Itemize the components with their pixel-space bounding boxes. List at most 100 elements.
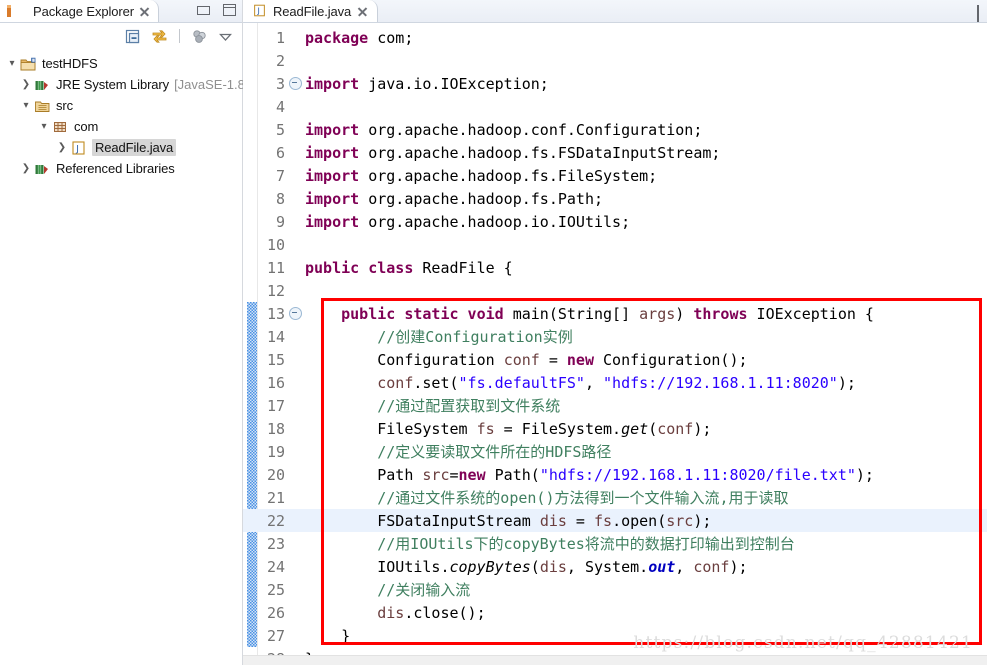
code-line[interactable]: 3 import java.io.IOException; (243, 72, 987, 95)
code-line[interactable]: 14 //创建Configuration实例 (243, 325, 987, 348)
code-token: fs (476, 419, 495, 438)
code-token: dis (539, 511, 567, 530)
line-number: 27 (266, 626, 285, 645)
code-line[interactable]: 19 //定义要读取文件所在的HDFS路径 (243, 440, 987, 463)
code-line[interactable]: 7 import org.apache.hadoop.fs.FileSystem; (243, 164, 987, 187)
code-line[interactable]: 23 //用IOUtils下的copyBytes将流中的数据打印输出到控制台 (243, 532, 987, 555)
code-viewport[interactable]: 1 package com; 2 3 import java.io.IOExceptio… (243, 23, 987, 665)
link-with-editor-icon[interactable] (151, 28, 168, 45)
code-line[interactable]: 4 (243, 95, 987, 118)
code-line[interactable]: 13 public static void main(String[] args… (243, 302, 987, 325)
code-token: FileSystem (305, 419, 477, 438)
collapse-fold-icon[interactable] (289, 307, 302, 320)
code-token: src (422, 465, 450, 484)
code-line[interactable]: 8 import org.apache.hadoop.fs.Path; (243, 187, 987, 210)
line-number: 5 (275, 120, 285, 139)
watermark-text: https://blog.csdn.net/qq_42881421 (633, 633, 973, 653)
minimize-icon[interactable] (197, 5, 210, 15)
code-line[interactable]: 24 IOUtils.copyBytes(dis, System.out, co… (243, 555, 987, 578)
code-token: import (305, 212, 360, 231)
code-text: FileSystem fs = FileSystem.get(conf); (303, 420, 987, 438)
java-file-icon: J (252, 3, 267, 19)
tree-item-testhdfs[interactable]: ▾ J testHDFS (0, 53, 242, 74)
code-line[interactable]: 25 //关闭输入流 (243, 578, 987, 601)
chevron-right-icon[interactable]: ❯ (18, 163, 34, 174)
tree-item-suffix: [JavaSE-1.8] (174, 77, 249, 92)
code-token: new (566, 350, 594, 369)
chevron-right-icon[interactable]: ❯ (54, 142, 70, 153)
code-line[interactable]: 2 (243, 49, 987, 72)
code-line[interactable]: 20 Path src=new Path("hdfs://192.168.1.1… (243, 463, 987, 486)
code-line[interactable]: 11 public class ReadFile { (243, 256, 987, 279)
line-number: 3 (275, 74, 285, 93)
line-number: 7 (275, 166, 285, 185)
folding-column[interactable] (288, 307, 303, 320)
code-token: = (539, 350, 567, 369)
editor-window-buttons (977, 5, 979, 22)
tree-item-src[interactable]: ▾ src (0, 95, 242, 116)
code-token: Path (305, 465, 423, 484)
close-icon[interactable] (357, 6, 368, 17)
chevron-down-icon[interactable]: ▾ (4, 58, 20, 69)
code-token: com; (368, 28, 414, 47)
code-line[interactable]: 16 conf.set("fs.defaultFS", "hdfs://192.… (243, 371, 987, 394)
collapse-fold-icon[interactable] (289, 77, 302, 90)
code-token: .open( (612, 511, 667, 530)
tree-item-referenced-libraries[interactable]: ❯ Referenced Libraries (0, 158, 242, 179)
chevron-down-icon[interactable]: ▾ (18, 100, 34, 111)
code-line[interactable]: 21 //通过文件系统的open()方法得到一个文件输入流,用于读取 (243, 486, 987, 509)
code-line[interactable]: 18 FileSystem fs = FileSystem.get(conf); (243, 417, 987, 440)
package-icon (52, 119, 69, 135)
code-token: copyBytes (449, 557, 531, 576)
line-number: 2 (275, 51, 285, 70)
library-icon (34, 77, 51, 93)
code-token: main(String[] (503, 304, 640, 323)
package-explorer-tab[interactable]: Package Explorer (0, 0, 160, 22)
chevron-down-icon[interactable]: ▾ (36, 121, 52, 132)
tree-item-readfile-java[interactable]: ❯ J ReadFile.java (0, 137, 242, 158)
package-explorer-tree[interactable]: ▾ J testHDFS ❯ JRE System Library [JavaS… (0, 49, 249, 179)
code-line[interactable]: 22 FSDataInputStream dis = fs.open(src); (243, 509, 987, 532)
code-text: //定义要读取文件所在的HDFS路径 (303, 441, 987, 462)
code-lines[interactable]: 1 package com; 2 3 import java.io.IOExceptio… (243, 23, 987, 665)
code-token: dis (377, 603, 405, 622)
line-number: 9 (275, 212, 285, 231)
close-icon[interactable] (139, 6, 150, 17)
code-line[interactable]: 26 dis.close(); (243, 601, 987, 624)
code-line[interactable]: 10 (243, 233, 987, 256)
tree-item-jre-system-library[interactable]: ❯ JRE System Library [JavaSE-1.8] (0, 74, 249, 95)
editor-tab-readfile-java[interactable]: J ReadFile.java (243, 0, 379, 22)
chevron-right-icon[interactable]: ❯ (18, 79, 34, 90)
code-line[interactable]: 12 (243, 279, 987, 302)
code-token: ); (855, 465, 874, 484)
code-text: public class ReadFile { (303, 259, 987, 277)
focus-on-active-task-icon[interactable] (191, 28, 208, 45)
code-line[interactable]: 5 import org.apache.hadoop.conf.Configura… (243, 118, 987, 141)
view-menu-icon[interactable] (217, 28, 234, 45)
code-token: org.apache.hadoop.fs.FSDataInputStream; (359, 143, 721, 162)
tree-item-com[interactable]: ▾ com (0, 116, 242, 137)
code-text: //通过文件系统的open()方法得到一个文件输入流,用于读取 (303, 487, 987, 508)
maximize-icon[interactable] (223, 4, 236, 16)
code-line[interactable]: 6 import org.apache.hadoop.fs.FSDataInput… (243, 141, 987, 164)
package-explorer-window-buttons (197, 4, 236, 16)
code-line[interactable]: 17 //通过配置获取到文件系统 (243, 394, 987, 417)
code-line[interactable]: 9 import org.apache.hadoop.io.IOUtils; (243, 210, 987, 233)
code-text: import org.apache.hadoop.fs.FileSystem; (303, 167, 987, 185)
code-token: Configuration (305, 350, 504, 369)
code-token: out (648, 557, 676, 576)
code-token: //用IOUtils下的copyBytes将流中的数据打印输出到控制台 (305, 535, 795, 553)
restore-icon[interactable] (977, 5, 979, 22)
line-number: 11 (266, 258, 285, 277)
package-explorer-tab-label: Package Explorer (33, 3, 135, 19)
code-token: , System. (566, 557, 649, 576)
code-token: package (305, 28, 369, 47)
code-line[interactable]: 1 package com; (243, 26, 987, 49)
code-line[interactable]: 15 Configuration conf = new Configuratio… (243, 348, 987, 371)
collapse-all-icon[interactable] (125, 28, 142, 45)
folding-column[interactable] (288, 77, 303, 90)
code-text: conf.set("fs.defaultFS", "hdfs://192.168… (303, 374, 987, 392)
tree-item-label: Referenced Libraries (56, 161, 175, 176)
code-token: ); (729, 557, 748, 576)
